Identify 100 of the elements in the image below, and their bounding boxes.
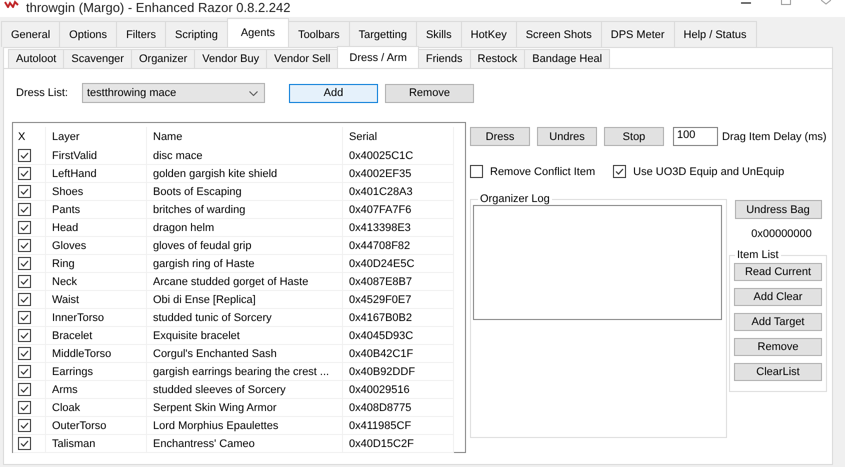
checkbox[interactable] [18,149,31,162]
checkbox[interactable] [18,329,31,342]
checkbox[interactable] [18,383,31,396]
table-cell: studded sleeves of Sorcery [146,381,342,399]
table-cell: gloves of feudal grip [146,237,342,255]
table-cell: 0x40D24E5C [342,255,454,273]
table-cell: Lord Morphius Epaulettes [146,417,342,435]
table-cell: Pants [45,201,146,219]
table-cell: InnerTorso [45,309,146,327]
table-cell: Arms [45,381,146,399]
table-cell: 0x413398E3 [342,219,454,237]
table-cell: gargish ring of Haste [146,255,342,273]
table-cell: 0x40029516 [342,381,454,399]
action-button[interactable]: Dress [470,127,530,146]
table-cell: 0x407FA7F6 [342,201,454,219]
checkbox[interactable] [18,365,31,378]
table-cell: 0x4045D93C [342,327,454,345]
tab[interactable]: Organizer [130,49,196,68]
column-header[interactable]: Layer [45,127,146,147]
table-cell: 0x4002EF35 [342,165,454,183]
tab[interactable]: Agents [226,18,290,47]
checkbox[interactable] [18,347,31,360]
minimize-icon[interactable] [741,0,751,5]
table-cell: 0x411985CF [342,417,454,435]
table-cell: FirstValid [45,147,146,165]
checkbox-label: Use UO3D Equip and UnEquip [633,166,784,178]
tab[interactable]: Help / Status [674,21,757,47]
tab[interactable]: Scavenger [63,49,132,68]
table-cell: OuterTorso [45,417,146,435]
delay-input[interactable]: 100 [673,127,718,146]
list-button[interactable]: Remove [384,84,474,102]
tab[interactable]: Restock [470,49,526,68]
window-title: throwgin (Margo) - Enhanced Razor 0.8.2.242 [26,0,290,15]
column-header[interactable]: Name [146,127,342,147]
table-cell: Gloves [45,237,146,255]
action-button[interactable]: Undres [537,127,597,146]
checkbox[interactable] [18,239,31,252]
table-cell: Shoes [45,183,146,201]
table-cell: Cloak [45,399,146,417]
table-cell: Earrings [45,363,146,381]
table-cell: Talisman [45,435,146,453]
checkbox[interactable] [18,401,31,414]
checkbox[interactable] [18,221,31,234]
table-cell: Bracelet [45,327,146,345]
tab[interactable]: General [1,21,60,47]
group-title: Organizer Log [479,193,551,205]
checkbox[interactable] [18,257,31,270]
table-cell: 0x401C28A3 [342,183,454,201]
tab[interactable]: Bandage Heal [524,49,610,68]
app-icon [4,0,20,8]
bag-serial: 0x00000000 [750,228,812,242]
item-list-button[interactable]: Remove [734,338,822,356]
undress-bag-button[interactable]: Undress Bag [734,200,822,219]
item-list-button[interactable]: Add Clear [734,288,822,306]
table-cell: Exquisite bracelet [146,327,342,345]
item-list-button[interactable]: Add Target [734,313,822,331]
table-cell: disc mace [146,147,342,165]
table-cell: gargish earrings bearing the crest ... [146,363,342,381]
table-cell: Waist [45,291,146,309]
checkbox[interactable] [18,437,31,450]
dress-list-dropdown[interactable]: testthrowing mace [82,83,265,103]
maximize-icon[interactable] [781,0,791,5]
table-cell: 0x4167B0B2 [342,309,454,327]
checkbox[interactable] [18,275,31,288]
table-cell: MiddleTorso [45,345,146,363]
field-label: Drag Item Delay (ms) [722,130,827,142]
checkbox[interactable] [18,311,31,324]
checkbox[interactable] [470,165,483,178]
tab[interactable]: Friends [418,49,471,68]
table-cell: 0x40025C1C [342,147,454,165]
column-header[interactable]: X [13,127,45,147]
tab[interactable]: Autoloot [8,49,64,68]
table-cell: dragon helm [146,219,342,237]
table-cell: 0x40B92DDF [342,363,454,381]
table-cell: Corgul's Enchanted Sash [146,345,342,363]
table-cell: 0x408D8775 [342,399,454,417]
action-button[interactable]: Stop [604,127,664,146]
checkbox[interactable] [18,185,31,198]
checkbox[interactable] [18,419,31,432]
table-cell: Enchantress' Cameo [146,435,342,453]
table-cell: britches of warding [146,201,342,219]
table-cell: Boots of Escaping [146,183,342,201]
table-cell: 0x40D15C2F [342,435,454,453]
item-list-button[interactable]: ClearList [734,363,822,381]
list-button[interactable]: Add [288,84,378,102]
tab[interactable]: Vendor Sell [266,49,338,68]
table-cell: Neck [45,273,146,291]
checkbox[interactable] [18,167,31,180]
table-cell: golden gargish kite shield [146,165,342,183]
table-cell: 0x40B42C1F [342,345,454,363]
tab[interactable]: Vendor Buy [194,49,268,68]
checkbox[interactable] [613,165,626,178]
table-cell: Obi di Ense [Replica] [146,291,342,309]
table-cell: 0x4087E8B7 [342,273,454,291]
checkbox[interactable] [18,203,31,216]
item-list-button[interactable]: Read Current [734,263,822,281]
column-header[interactable]: Serial [342,127,454,147]
checkbox[interactable] [18,293,31,306]
table-cell: LeftHand [45,165,146,183]
table-cell: 0x44708F82 [342,237,454,255]
